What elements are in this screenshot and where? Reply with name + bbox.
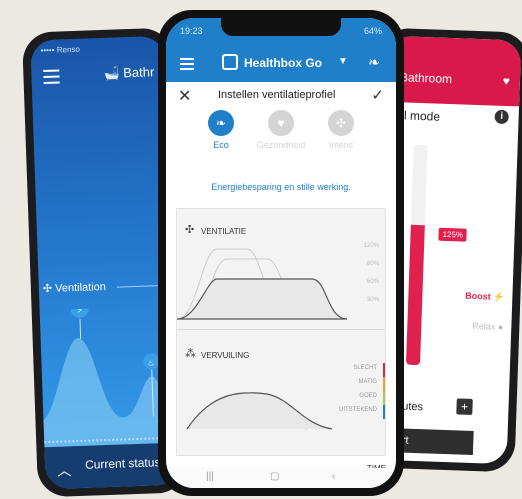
fan-icon: ✣: [42, 282, 53, 296]
level-bar-slecht: [383, 363, 385, 377]
back-icon[interactable]: ‹: [332, 471, 335, 482]
ventilation-label: ✣ Ventilation: [43, 280, 106, 295]
level-80: 80%: [366, 261, 379, 267]
eco-leaf-icon: ❧: [208, 110, 234, 136]
profile-label: Intens: [328, 140, 354, 150]
current-status-label: Current status: [84, 455, 161, 472]
plus-button[interactable]: +: [456, 398, 473, 415]
svg-text:♨: ♨: [147, 358, 154, 367]
room-title: Bathr: [122, 64, 155, 81]
level-uitstekend: UITSTEKEND: [338, 407, 377, 413]
confirm-icon[interactable]: ✓: [371, 86, 384, 104]
fan-icon: ✣: [328, 110, 354, 136]
level-slider-fill[interactable]: [405, 224, 425, 366]
toolbar: ✕ Instellen ventilatieprofiel ✓: [166, 82, 396, 108]
boost-label: Boost: [465, 290, 491, 302]
relax-icon: ●: [497, 321, 504, 333]
app-title[interactable]: Healthbox Go: [244, 56, 322, 70]
level-60: 60%: [366, 279, 379, 285]
level-120: 120%: [363, 243, 379, 249]
particles-icon: ⁂: [185, 348, 196, 360]
section-divider: [177, 329, 385, 330]
toolbar-title: Instellen ventilatieprofiel: [218, 89, 336, 101]
heart-icon: ♥: [268, 110, 294, 136]
pollution-curve: [186, 392, 333, 430]
ventilation-title: VENTILATIE: [201, 227, 247, 236]
profile-selector: ❧ Eco ♥ Gezondheid ✣ Intens: [166, 110, 396, 170]
level-badge: 125%: [438, 227, 468, 242]
device-icon: [222, 54, 238, 70]
profile-description: Energiebesparing en stille werking.: [211, 182, 351, 192]
level-slecht: SLECHT: [353, 365, 377, 371]
status-time: 19:23: [180, 26, 203, 36]
relax-label: Relax: [472, 320, 496, 332]
recent-apps-icon[interactable]: |||: [206, 471, 214, 482]
camera-notch: [221, 18, 341, 36]
profile-intens[interactable]: ✣ Intens: [306, 110, 376, 150]
app-header: 19:23 64% Healthbox Go ▼ ❧: [166, 18, 396, 82]
relax-option[interactable]: Relax ●: [472, 321, 503, 332]
room-title: Bathroom: [399, 70, 453, 87]
chevron-up-icon: ︿: [56, 462, 72, 479]
level-bar-uitstekend: [383, 405, 385, 419]
menu-icon[interactable]: [180, 58, 194, 73]
caret-down-icon[interactable]: ▼: [338, 56, 348, 67]
ventilation-text: Ventilation: [54, 280, 107, 295]
leaf-icon[interactable]: ❧: [368, 54, 380, 71]
svg-text:⚡: ⚡: [77, 306, 84, 316]
ventilation-curve: [177, 248, 348, 320]
menu-icon[interactable]: [43, 69, 60, 88]
home-icon[interactable]: ▢: [270, 471, 279, 482]
level-bar-matig: [383, 377, 385, 391]
battery-status: 64%: [363, 26, 382, 36]
profile-chart-panel: ✣ VENTILATIE 120% 80% 60% 30% ⁂ VERVUILI…: [176, 208, 386, 456]
center-phone: 19:23 64% Healthbox Go ▼ ❧ ✕ Instellen v…: [158, 10, 404, 496]
heart-icon[interactable]: ♥: [503, 74, 511, 88]
level-bar-goed: [383, 391, 385, 405]
android-nav-bar: ||| ▢ ‹: [166, 468, 396, 488]
page-title: 🛁 Bathr: [103, 64, 154, 82]
bath-icon: 🛁: [103, 65, 120, 81]
info-icon[interactable]: i: [494, 109, 509, 125]
boost-icon: ⚡: [493, 291, 505, 303]
close-icon[interactable]: ✕: [178, 86, 191, 106]
level-30: 30%: [366, 297, 379, 303]
level-goed: GOED: [359, 393, 377, 399]
boost-option[interactable]: Boost ⚡: [465, 291, 505, 303]
pollution-title: VERVUILING: [201, 351, 250, 360]
level-matig: MATIG: [358, 379, 377, 385]
center-phone-screen: 19:23 64% Healthbox Go ▼ ❧ ✕ Instellen v…: [166, 18, 396, 488]
fan-icon: ✣: [185, 224, 195, 236]
status-bar-carrier: ••••• Renso: [40, 44, 81, 56]
